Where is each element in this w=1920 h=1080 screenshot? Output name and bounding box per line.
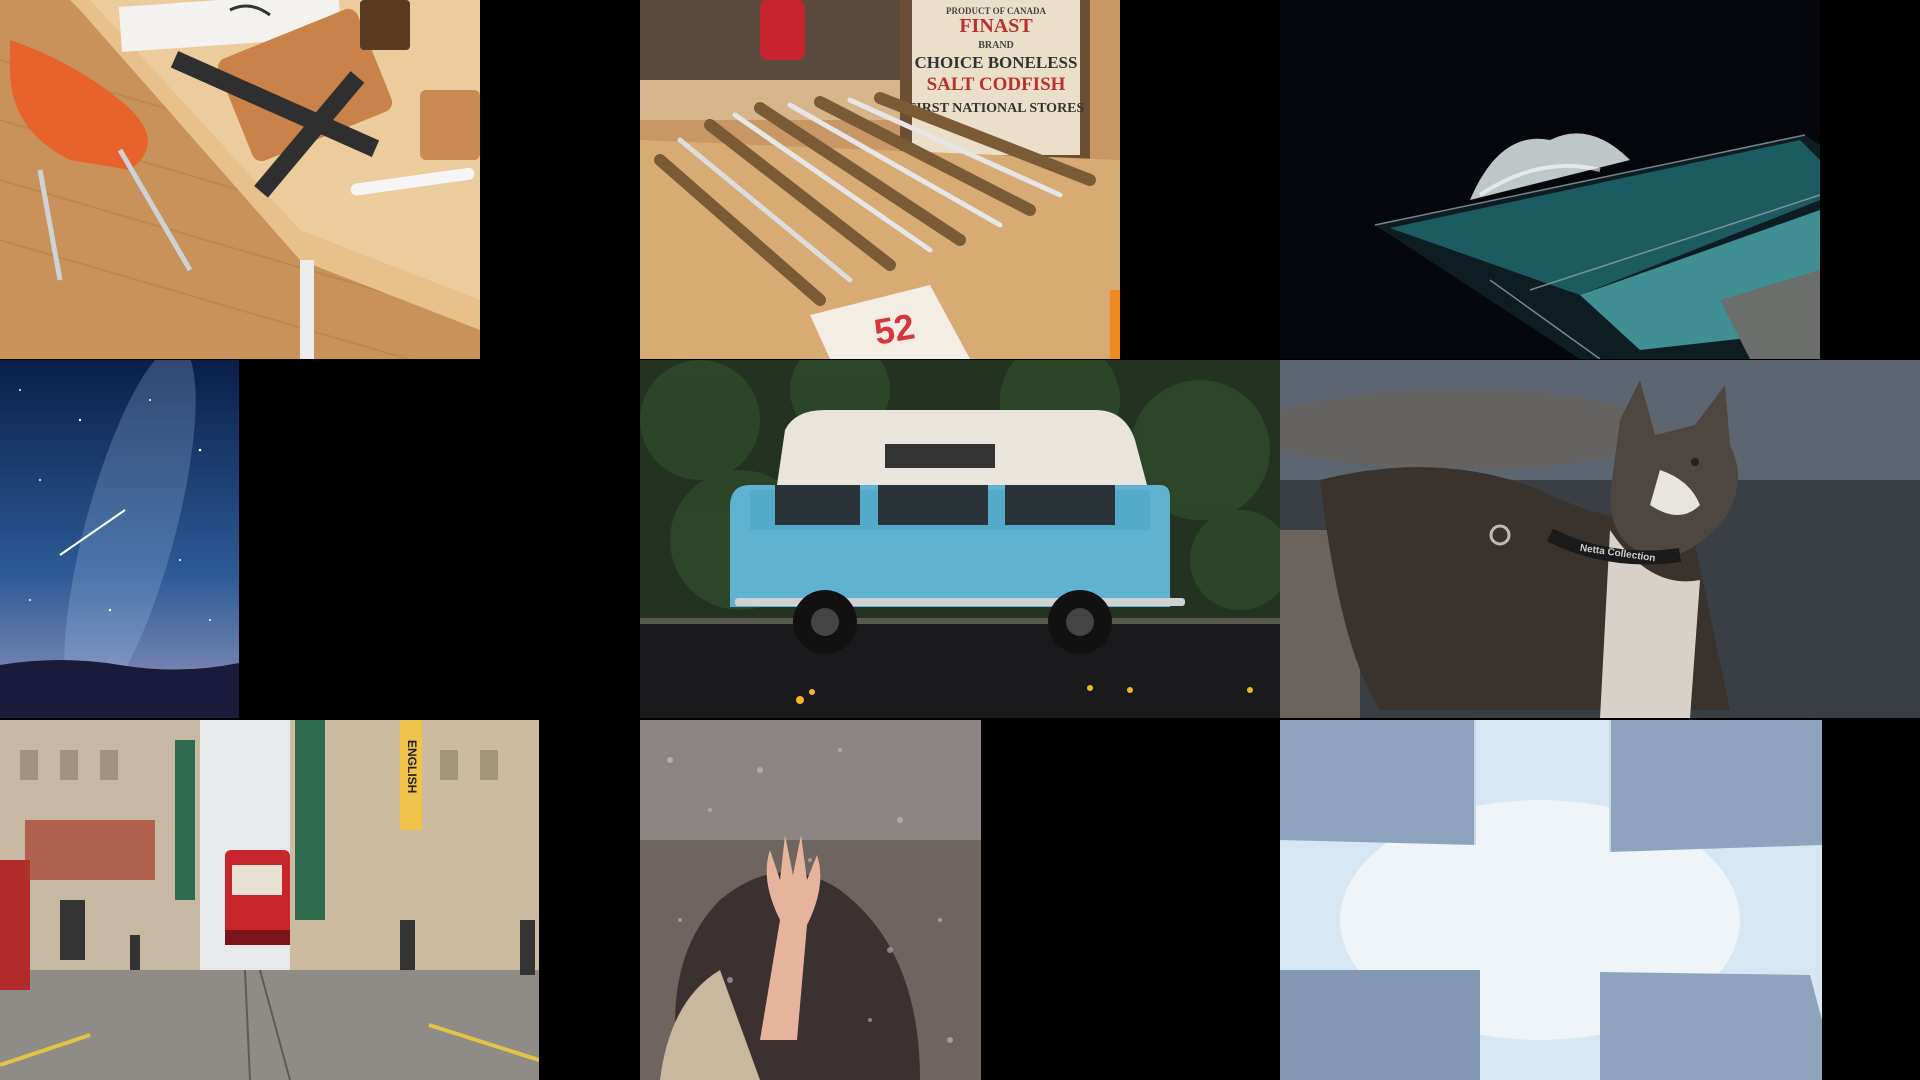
gallery-tile-blue-van[interactable] bbox=[640, 360, 1280, 718]
blue-van-photo bbox=[640, 360, 1280, 718]
husky-photo: Netta Collection bbox=[1280, 360, 1920, 718]
sky-blocks-photo bbox=[1280, 720, 1822, 1080]
brushes-photo: PRODUCT OF CANADA FINAST BRAND CHOICE BO… bbox=[640, 0, 1120, 359]
desk-photo bbox=[0, 0, 480, 359]
milky-way-photo bbox=[0, 360, 239, 718]
number-tag: 52 bbox=[871, 305, 918, 352]
gallery-tile-night-pool[interactable] bbox=[1280, 0, 1820, 359]
gallery-tile-brushes[interactable]: PRODUCT OF CANADA FINAST BRAND CHOICE BO… bbox=[640, 0, 1120, 359]
street-tram-photo: ENGLISH bbox=[0, 720, 539, 1080]
box-line-4: CHOICE BONELESS bbox=[915, 53, 1078, 72]
night-pool-photo bbox=[1280, 0, 1820, 359]
gallery-tile-milky-way[interactable] bbox=[0, 360, 239, 718]
rainy-window-photo bbox=[640, 720, 981, 1080]
gallery-tile-street-tram[interactable]: ENGLISH bbox=[0, 720, 539, 1080]
gallery-tile-sky-blocks[interactable] bbox=[1280, 720, 1822, 1080]
gallery-tile-rainy-window[interactable] bbox=[640, 720, 981, 1080]
english-sign: ENGLISH bbox=[405, 740, 419, 793]
box-line-2: FINAST bbox=[959, 15, 1033, 37]
gallery-tile-husky[interactable]: Netta Collection bbox=[1280, 360, 1920, 718]
gallery-tile-desk[interactable] bbox=[0, 0, 480, 359]
box-line-3: BRAND bbox=[978, 40, 1014, 51]
box-line-5: SALT CODFISH bbox=[927, 74, 1066, 95]
